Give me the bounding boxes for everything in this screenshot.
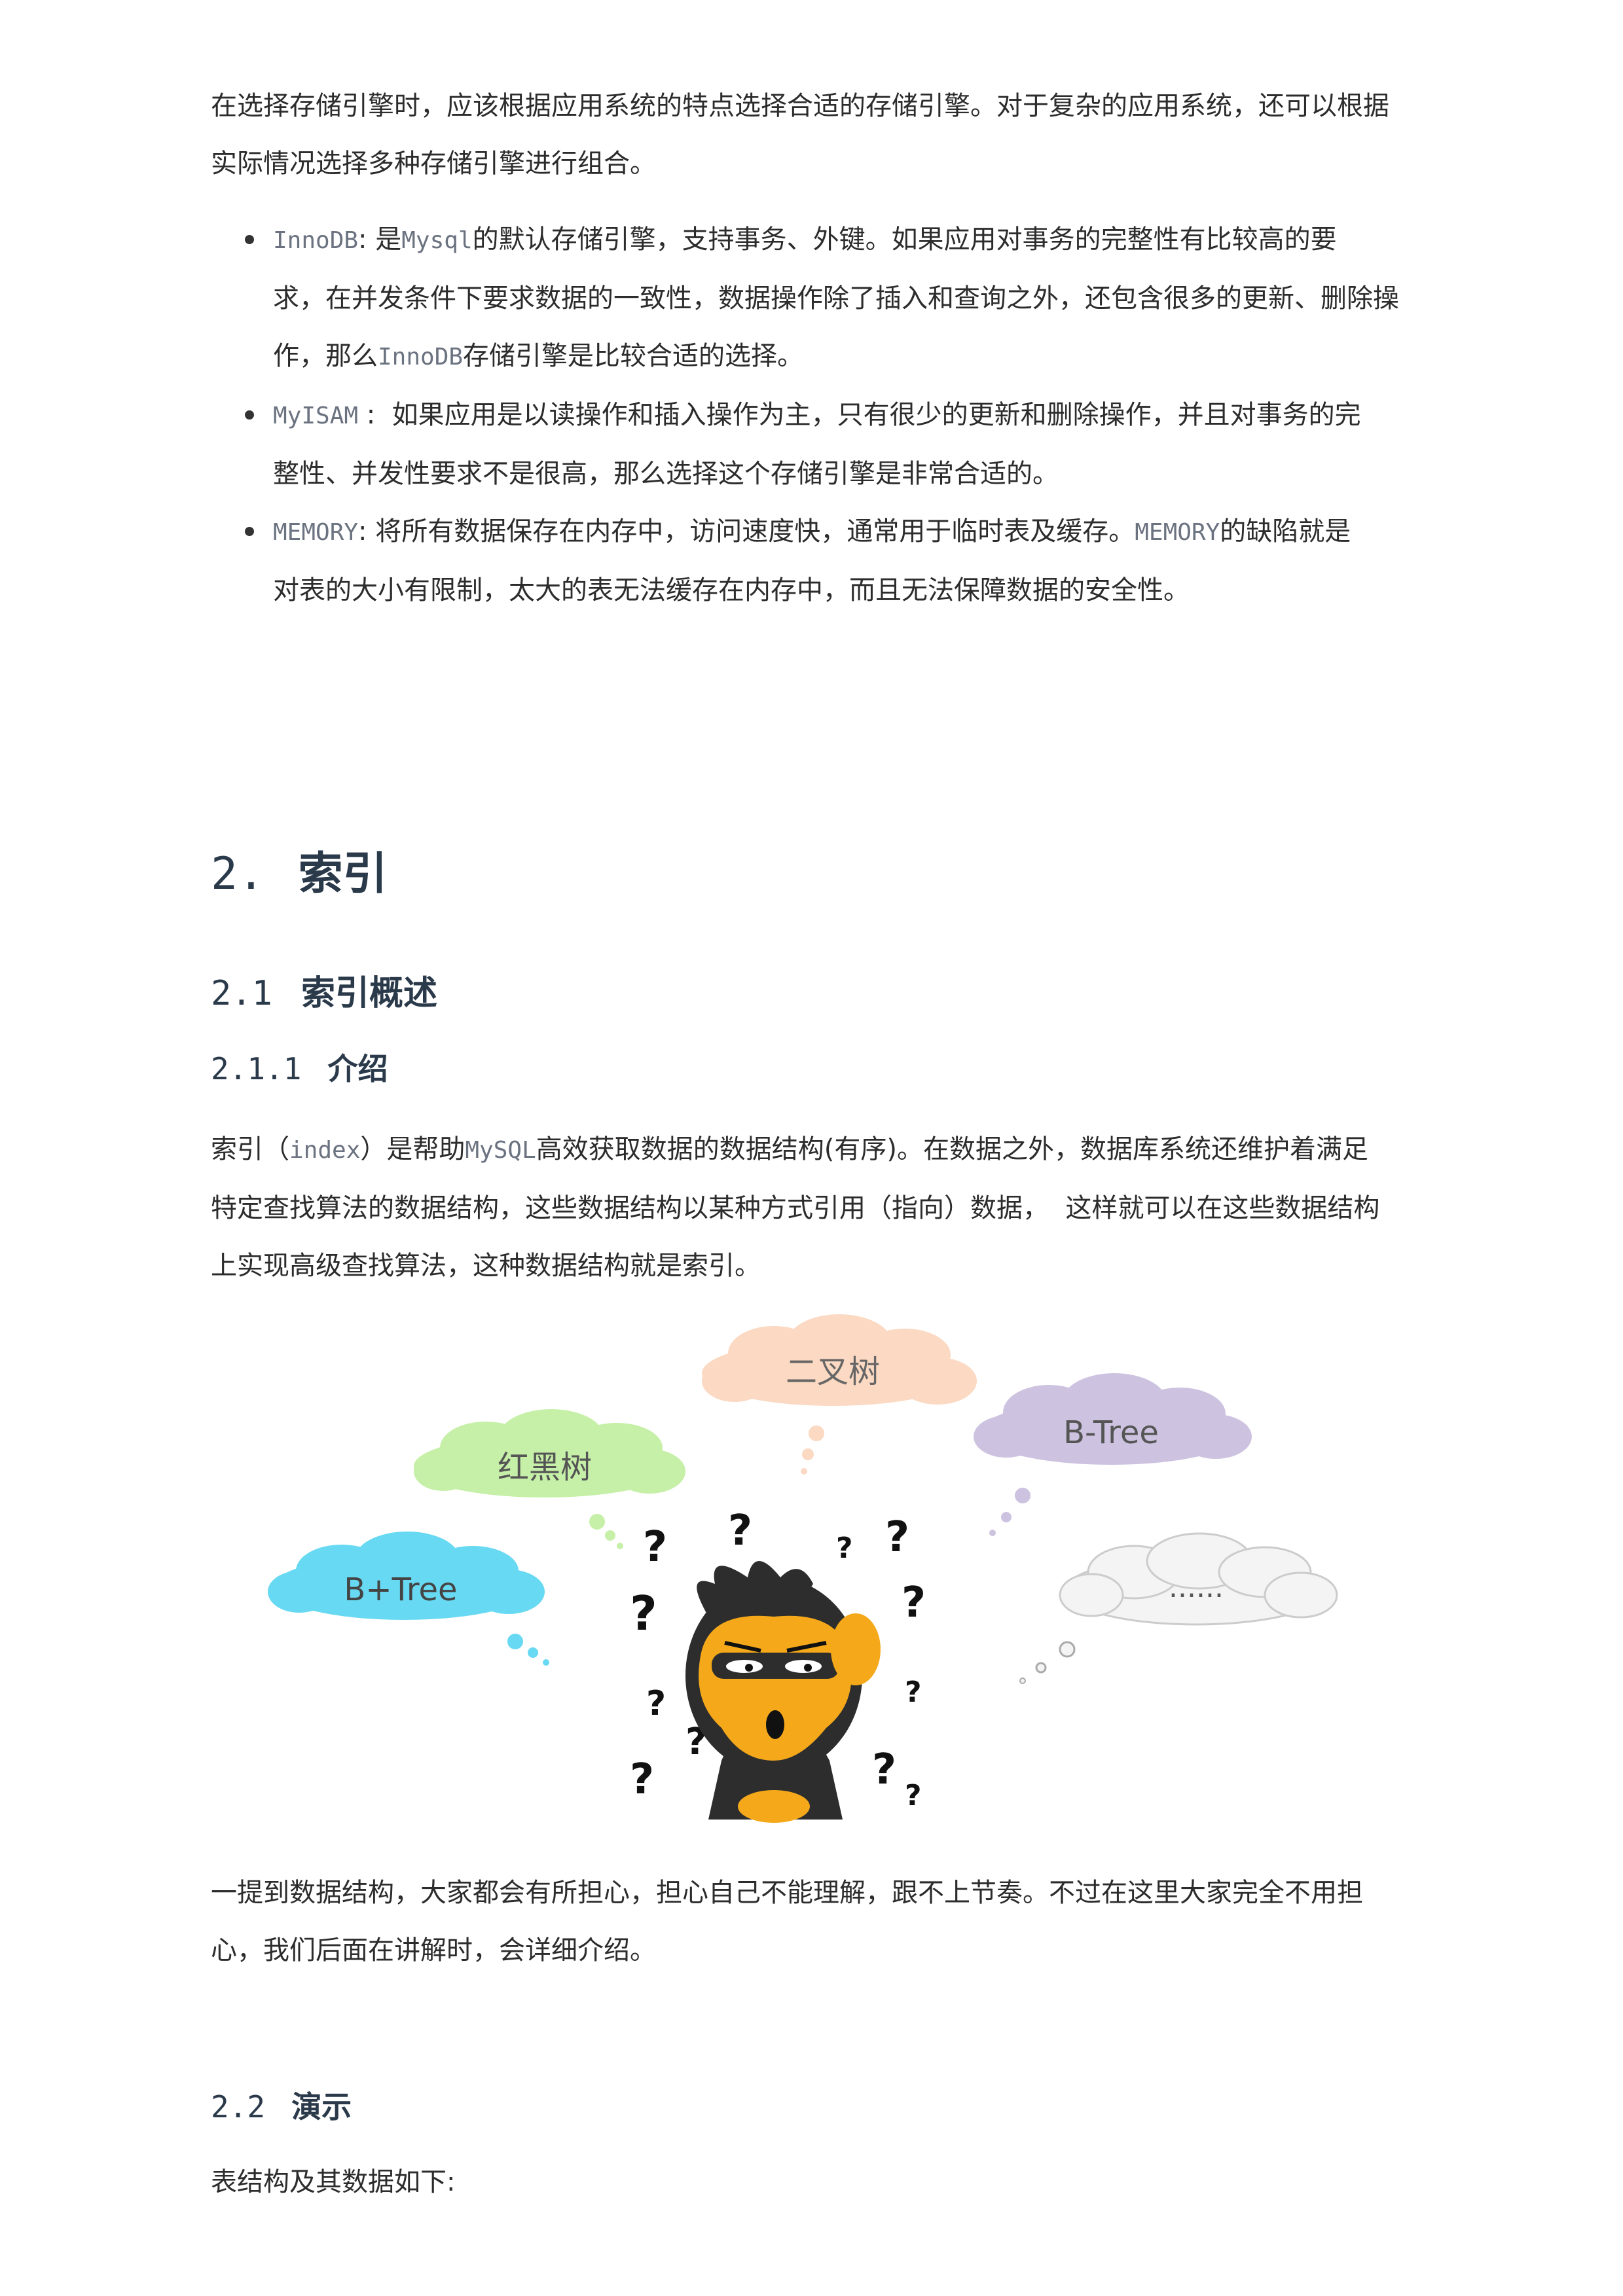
engine-sep: :	[358, 400, 392, 430]
para-text: 一提到数据结构，大家都会有所担心，担心自己不能理解，跟不上节奏。不过在这里大家完…	[211, 1878, 1363, 1908]
heading-section-2-1: 2.1 索引概述	[211, 967, 437, 1020]
svg-text:?: ?	[728, 1507, 752, 1555]
heading-title: 索引概述	[301, 974, 438, 1013]
engine-text: 存储引擎是比较合适的选择。	[463, 341, 804, 371]
svg-text:?: ?	[902, 1579, 926, 1627]
para-text: 心，我们后面在讲解时，会详细介绍。	[211, 1935, 656, 1965]
engine-text: 的缺陷就是	[1220, 516, 1351, 547]
cloud-label-more: ......	[1169, 1571, 1224, 1604]
svg-text:?: ?	[643, 1523, 667, 1571]
heading-number: 2.2	[211, 2089, 266, 2125]
engine-text: 求，在并发条件下要求数据的一致性，数据操作除了插入和查询之外，还包含很多的更新、…	[273, 283, 1399, 314]
inline-code: index	[289, 1137, 361, 1164]
heading-section-2-2: 2.2 演示	[211, 2084, 352, 2130]
heading-number: 2.1	[211, 974, 272, 1013]
svg-text:?: ?	[630, 1755, 654, 1804]
inline-code: MEMORY	[1135, 519, 1220, 546]
heading-title: 介绍	[327, 1051, 388, 1086]
list-item-myisam: MyISAM : 如果应用是以读操作和插入操作为主，只有很少的更新和删除操作，并…	[211, 386, 1429, 503]
heading-title: 演示	[291, 2089, 352, 2125]
index-illustration: 二叉树 红黑树 B-Tree B+Tree ...... ? ? ? ? ? ?…	[268, 1314, 1338, 1823]
para-text: 索引（	[211, 1134, 289, 1164]
para-text: 特定查找算法的数据结构，这些数据结构以某种方式引用（指向）数据， 这样就可以在这…	[211, 1193, 1380, 1223]
svg-text:?: ?	[872, 1746, 896, 1794]
heading-number: 2.	[211, 848, 264, 900]
engine-text: 如果应用是以读操作和插入操作为主，只有很少的更新和删除操作，并且对事务的完	[392, 400, 1361, 430]
svg-text:?: ?	[885, 1513, 909, 1562]
table-intro-text: 表结构及其数据如下:	[211, 2167, 456, 2197]
bullet-icon	[245, 527, 254, 536]
engine-text: 的默认存储引擎，支持事务、外键。如果应用对事务的完整性有比较高的要	[472, 224, 1337, 255]
bullet-icon	[245, 235, 254, 244]
thought-dot	[1035, 1662, 1047, 1674]
engine-name: MyISAM	[273, 403, 359, 429]
heading-number: 2.1.1	[211, 1051, 302, 1086]
para-text: ）是帮助	[360, 1134, 465, 1164]
svg-text:?: ?	[836, 1532, 853, 1565]
cloud-label-red-black-tree: 红黑树	[498, 1449, 592, 1486]
heading-section-2: 2. 索引	[211, 842, 388, 907]
cloud-btree: B-Tree	[974, 1373, 1252, 1536]
engine-text: 作，那么	[273, 341, 378, 371]
intro-line-1: 在选择存储引擎时，应该根据应用系统的特点选择合适的存储引擎。对于复杂的应用系统，…	[211, 91, 1389, 121]
list-item-innodb: InnoDB: 是Mysql的默认存储引擎，支持事务、外键。如果应用对事务的完整…	[211, 211, 1429, 386]
thinking-monkey-icon	[685, 1561, 881, 1823]
engine-text: 整性、并发性要求不是很高，那么选择这个存储引擎是非常合适的。	[273, 459, 1059, 489]
heading-section-2-1-1: 2.1.1 介绍	[211, 1046, 388, 1092]
cloud-label-binary-tree: 二叉树	[786, 1354, 880, 1390]
para-text: 上实现高级查找算法，这种数据结构就是索引。	[211, 1251, 761, 1281]
engine-text: 是	[375, 224, 402, 255]
inline-code: InnoDB	[378, 344, 464, 370]
intro-line-2: 实际情况选择多种存储引擎进行组合。	[211, 149, 656, 179]
svg-text:?: ?	[630, 1586, 657, 1641]
after-figure-paragraph: 一提到数据结构，大家都会有所担心，担心自己不能理解，跟不上节奏。不过在这里大家完…	[211, 1864, 1429, 1979]
cloud-label-btree: B-Tree	[1063, 1414, 1159, 1451]
cloud-binary-tree: 二叉树	[702, 1314, 977, 1475]
engine-sep: :	[358, 516, 376, 547]
index-paragraph: 索引（index）是帮助MySQL高效获取数据的数据结构(有序)。在数据之外，数…	[211, 1121, 1429, 1295]
cloud-label-bplus-tree: B+Tree	[344, 1571, 457, 1608]
bullet-icon	[245, 410, 254, 420]
svg-text:?: ?	[905, 1676, 922, 1709]
engine-list: InnoDB: 是Mysql的默认存储引擎，支持事务、外键。如果应用对事务的完整…	[211, 211, 1429, 619]
engine-sep: :	[358, 224, 376, 255]
intro-paragraph: 在选择存储引擎时，应该根据应用系统的特点选择合适的存储引擎。对于复杂的应用系统，…	[211, 77, 1429, 192]
thought-dot	[1059, 1641, 1076, 1658]
engine-text: 将所有数据保存在内存中，访问速度快，通常用于临时表及缓存。	[375, 516, 1135, 547]
list-item-memory: MEMORY: 将所有数据保存在内存中，访问速度快，通常用于临时表及缓存。MEM…	[211, 503, 1429, 619]
engine-name: MEMORY	[273, 519, 359, 546]
cloud-more: ......	[1019, 1532, 1338, 1684]
engine-name: InnoDB	[273, 227, 359, 254]
inline-code: Mysql	[401, 227, 473, 254]
svg-text:?: ?	[646, 1684, 666, 1723]
heading-title: 索引	[298, 848, 388, 900]
cloud-bplus-tree: B+Tree	[268, 1532, 549, 1666]
thought-dot	[1019, 1677, 1026, 1684]
inline-code: MySQL	[465, 1137, 536, 1164]
para-text: 高效获取数据的数据结构(有序)。在数据之外，数据库系统还维护着满足	[536, 1134, 1368, 1164]
svg-text:?: ?	[905, 1779, 922, 1812]
engine-text: 对表的大小有限制，太大的表无法缓存在内存中，而且无法保障数据的安全性。	[273, 575, 1190, 605]
